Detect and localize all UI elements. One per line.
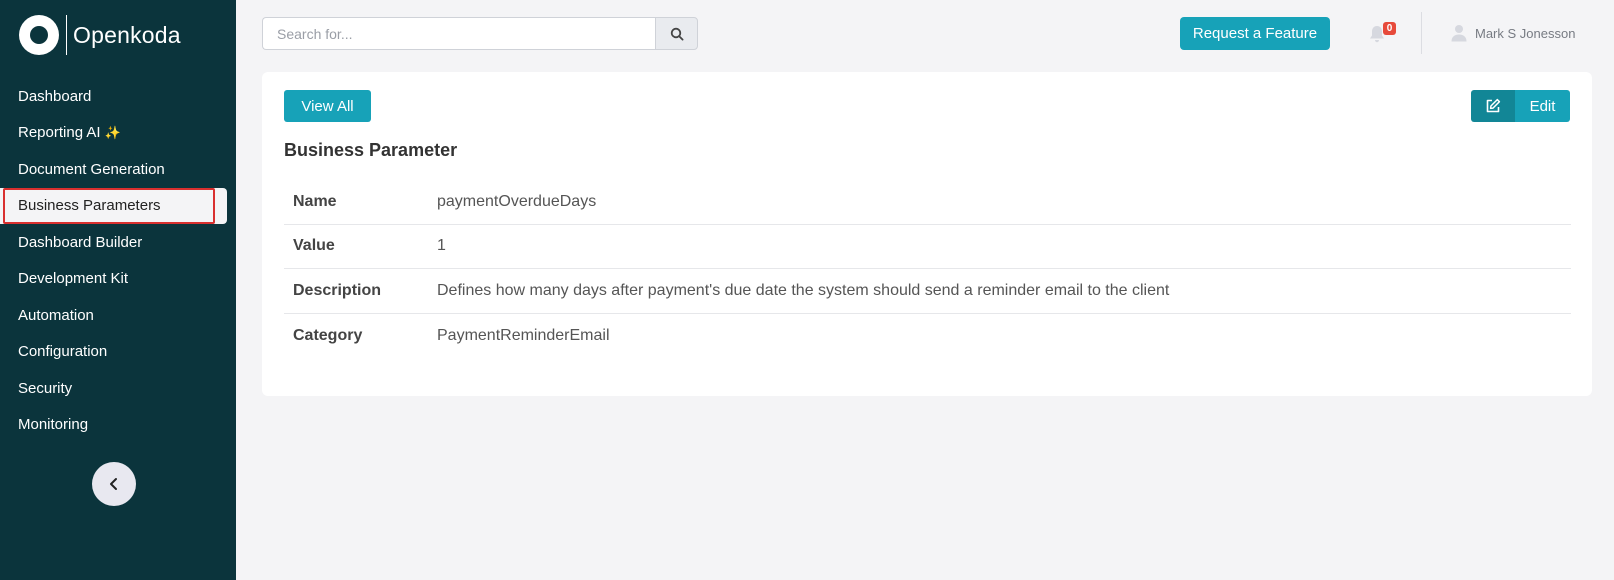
table-row: Value 1: [284, 225, 1571, 269]
sidebar-item-label: Security: [18, 379, 73, 397]
search-bar: [262, 17, 698, 50]
edit-button[interactable]: Edit: [1471, 90, 1570, 122]
row-label: Category: [293, 326, 363, 344]
logo-divider: [66, 15, 67, 55]
user-menu[interactable]: Mark S Jonesson: [1451, 24, 1575, 42]
view-all-button[interactable]: View All: [284, 90, 371, 122]
user-name: Mark S Jonesson: [1475, 25, 1576, 41]
business-parameter-card: View All Edit Business Parameter Name pa…: [262, 72, 1592, 396]
sidebar-item-label: Development Kit: [18, 270, 129, 288]
table-row: Description Defines how many days after …: [284, 269, 1571, 314]
table-row: Category PaymentReminderEmail: [284, 314, 1571, 359]
sidebar-item-business-parameters[interactable]: Business Parameters: [0, 187, 227, 224]
row-value: Defines how many days after payment's du…: [437, 281, 1170, 299]
logo-icon: [19, 15, 59, 55]
sidebar-item-label: Configuration: [18, 343, 108, 361]
sidebar-item-label: Dashboard Builder: [18, 233, 143, 251]
row-label: Name: [293, 192, 337, 210]
edit-icon-box: [1471, 90, 1515, 122]
sidebar-item-configuration[interactable]: Configuration: [0, 334, 236, 371]
sidebar: Openkoda Dashboard Reporting AI ✨ Docume…: [0, 0, 236, 580]
row-label: Description: [293, 281, 382, 299]
sidebar-item-label: Reporting AI: [18, 124, 101, 142]
chevron-left-icon: [110, 478, 117, 490]
sidebar-item-dashboard-builder[interactable]: Dashboard Builder: [0, 224, 236, 261]
search-input[interactable]: [262, 17, 655, 50]
sparkles-icon: ✨: [104, 124, 121, 140]
sidebar-item-label: Dashboard: [18, 87, 92, 105]
edit-icon: [1486, 98, 1501, 113]
row-value: 1: [437, 237, 446, 255]
search-button[interactable]: [655, 17, 698, 50]
topbar-divider: [1421, 12, 1422, 54]
user-icon: [1451, 25, 1467, 42]
sidebar-collapse-button[interactable]: [92, 462, 136, 506]
sidebar-nav: Dashboard Reporting AI ✨ Document Genera…: [0, 78, 236, 443]
parameter-table: Name paymentOverdueDays Value 1 Descript…: [284, 180, 1571, 358]
sidebar-item-monitoring[interactable]: Monitoring: [0, 407, 236, 444]
edit-label: Edit: [1515, 90, 1570, 122]
row-value: paymentOverdueDays: [437, 192, 597, 210]
brand-name: Openkoda: [73, 21, 181, 48]
sidebar-item-development-kit[interactable]: Development Kit: [0, 261, 236, 298]
page-title: Business Parameter: [284, 140, 458, 160]
sidebar-item-security[interactable]: Security: [0, 370, 236, 407]
sidebar-item-label: Document Generation: [18, 160, 165, 178]
sidebar-item-label: Business Parameters: [18, 197, 161, 215]
sidebar-item-label: Monitoring: [18, 416, 89, 434]
request-feature-button[interactable]: Request a Feature: [1180, 17, 1330, 50]
table-row: Name paymentOverdueDays: [284, 180, 1571, 225]
sidebar-item-dashboard[interactable]: Dashboard: [0, 78, 236, 115]
sidebar-item-automation[interactable]: Automation: [0, 297, 236, 334]
sidebar-item-label: Automation: [18, 306, 94, 324]
sidebar-item-document-generation[interactable]: Document Generation: [0, 151, 236, 188]
row-label: Value: [293, 237, 335, 255]
row-value: PaymentReminderEmail: [437, 326, 610, 344]
sidebar-item-reporting-ai[interactable]: Reporting AI ✨: [0, 115, 236, 152]
search-icon: [670, 27, 683, 40]
notification-badge: 0: [1383, 22, 1396, 35]
logo[interactable]: Openkoda: [19, 15, 181, 55]
